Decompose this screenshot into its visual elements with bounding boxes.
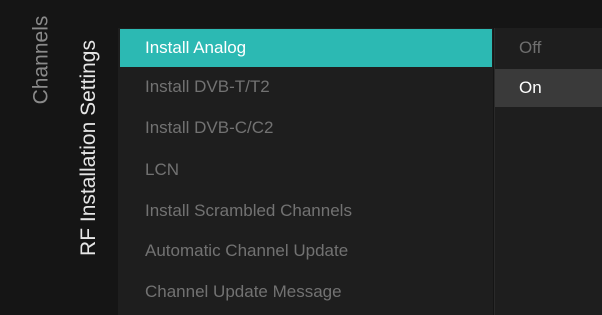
breadcrumb-parent-label: Channels — [29, 15, 53, 104]
menu-item-install-analog[interactable]: Install Analog — [120, 29, 492, 67]
menu-item-install-dvb-c-c2[interactable]: Install DVB-C/C2 — [120, 109, 492, 147]
option-off[interactable]: Off — [495, 29, 602, 67]
menu-item-install-dvb-t-t2[interactable]: Install DVB-T/T2 — [120, 68, 492, 106]
menu-item-lcn[interactable]: LCN — [120, 151, 492, 189]
settings-menu: Install Analog Install DVB-T/T2 Install … — [118, 28, 493, 315]
menu-item-automatic-channel-update[interactable]: Automatic Channel Update — [120, 232, 492, 270]
breadcrumb-parent[interactable]: Channels — [16, 0, 66, 315]
options-menu: Off On — [495, 28, 602, 315]
page-title-label: RF Installation Settings — [77, 39, 100, 256]
page-title: RF Installation Settings — [64, 0, 114, 315]
menu-item-install-scrambled-channels[interactable]: Install Scrambled Channels — [120, 192, 492, 230]
menu-item-channel-update-message[interactable]: Channel Update Message — [120, 273, 492, 311]
option-on[interactable]: On — [495, 69, 602, 107]
